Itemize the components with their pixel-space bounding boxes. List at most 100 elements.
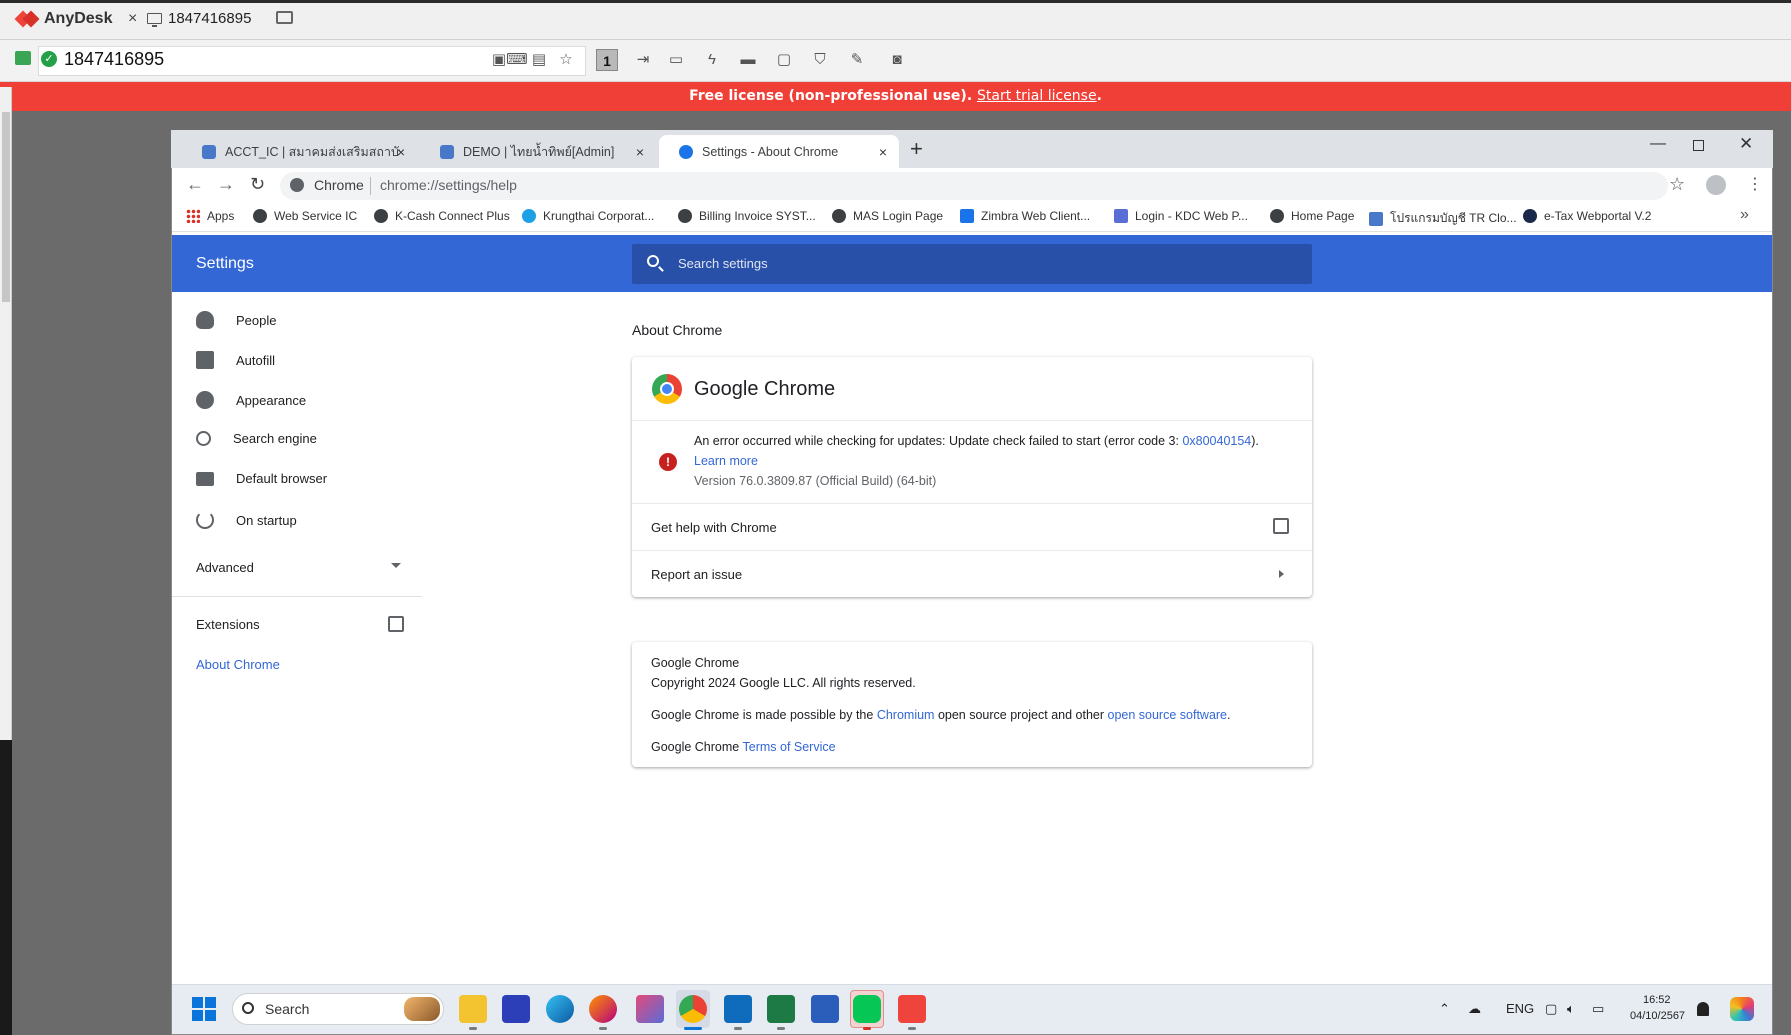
notification-bell-icon[interactable]	[1697, 1002, 1709, 1016]
bookmark-item[interactable]: โปรแกรมบัญชี TR Clo...	[1369, 209, 1517, 228]
sidebar-extensions[interactable]: Extensions	[196, 617, 260, 632]
excel-icon[interactable]	[767, 995, 795, 1023]
bookmark-label: K-Cash Connect Plus	[395, 209, 510, 223]
chevron-up-icon[interactable]: ⌃	[1439, 1001, 1450, 1017]
bookmark-item[interactable]: MAS Login Page	[832, 209, 943, 223]
file-transfer-icon[interactable]: ⇥	[632, 49, 654, 71]
keyboard-layout-icon[interactable]: ⌨	[506, 49, 528, 71]
bookmark-item[interactable]: Zimbra Web Client...	[960, 209, 1090, 223]
sidebar-item-people[interactable]: People	[196, 311, 276, 329]
new-session-icon[interactable]	[276, 11, 293, 24]
actions-lightning-icon[interactable]: ϟ	[701, 49, 723, 71]
minimize-icon[interactable]: —	[1650, 135, 1666, 153]
sidebar-advanced[interactable]: Advanced	[196, 560, 254, 575]
keyboard-icon[interactable]: ▬	[737, 49, 759, 71]
chromium-link[interactable]: Chromium	[877, 708, 935, 722]
restore-icon[interactable]	[1693, 140, 1704, 151]
bookmark-item[interactable]: Login - KDC Web P...	[1114, 209, 1248, 223]
omnibox-url[interactable]: chrome://settings/help	[380, 177, 517, 193]
open-source-software-link[interactable]: open source software	[1108, 708, 1228, 722]
screen-capture-icon[interactable]: ◙	[886, 49, 908, 71]
chrome-menu-icon[interactable]: ⋮	[1747, 174, 1763, 194]
bookmark-item[interactable]: e-Tax Webportal V.2	[1523, 209, 1651, 223]
search-placeholder[interactable]: Search settings	[678, 256, 768, 271]
word-icon[interactable]	[811, 995, 839, 1023]
close-tab-icon[interactable]: ×	[397, 144, 405, 160]
windows-start-icon[interactable]	[192, 997, 216, 1021]
bookmark-item[interactable]: Web Service IC	[253, 209, 357, 223]
remote-scrollbar-thumb[interactable]	[2, 112, 10, 302]
bookmark-item[interactable]: Billing Invoice SYST...	[678, 209, 816, 223]
volume-icon[interactable]: 🔈︎	[1567, 1001, 1575, 1017]
chrome-taskbar-icon[interactable]	[679, 995, 707, 1023]
bookmark-star-icon[interactable]: ☆	[1669, 174, 1685, 195]
whiteboard-pen-icon[interactable]: ✎	[846, 49, 868, 71]
chevron-right-icon[interactable]	[1279, 570, 1284, 578]
bookmark-apps[interactable]: Apps	[186, 209, 234, 223]
display-1-button[interactable]: 1	[596, 49, 618, 71]
forward-arrow-icon[interactable]: →	[217, 174, 235, 195]
back-arrow-icon[interactable]: ←	[186, 174, 204, 195]
person-icon	[196, 311, 214, 329]
clock-time[interactable]: 16:52	[1643, 994, 1671, 1006]
sidebar-item-autofill[interactable]: Autofill	[196, 351, 275, 369]
reload-icon[interactable]: ↻	[250, 174, 265, 195]
anydesk-address-value[interactable]: 1847416895	[64, 49, 164, 70]
sidebar-about-chrome[interactable]: About Chrome	[196, 657, 280, 672]
chat-icon[interactable]: ▭	[665, 49, 687, 71]
chrome-page-icon[interactable]	[290, 178, 304, 192]
onedrive-offline-icon[interactable]: ☁	[1468, 1001, 1481, 1017]
browser-tab[interactable]: ACCT_IC | สมาคมส่งเสริมสถาบันนักลงทุน[Su…	[182, 135, 417, 168]
permissions-shield-icon[interactable]: ⛉	[809, 49, 831, 71]
bookmark-item[interactable]: K-Cash Connect Plus	[374, 209, 510, 223]
error-code-link[interactable]: 0x80040154	[1182, 434, 1251, 448]
profile-avatar[interactable]	[1706, 175, 1726, 195]
sidebar-item-default-browser[interactable]: Default browser	[196, 471, 327, 486]
close-tab-icon[interactable]: ×	[879, 144, 887, 160]
bookmark-item[interactable]: Home Page	[1270, 209, 1354, 223]
legal-text: open source project and other	[934, 708, 1108, 722]
anydesk-session-tab[interactable]: 1847416895	[147, 10, 251, 27]
browser-tab-active[interactable]: Settings - About Chrome ×	[659, 135, 899, 168]
sidebar-item-appearance[interactable]: Appearance	[196, 391, 306, 409]
terms-of-service-link[interactable]: Terms of Service	[743, 740, 836, 754]
bookmark-item[interactable]: Krungthai Corporat...	[522, 209, 654, 223]
sidebar-item-search-engine[interactable]: Search engine	[196, 431, 317, 446]
language-indicator[interactable]: ENG	[1506, 1001, 1534, 1016]
start-trial-link[interactable]: Start trial license	[977, 88, 1097, 104]
file-explorer-icon[interactable]	[459, 995, 487, 1023]
open-in-new-icon[interactable]	[1273, 518, 1289, 534]
learn-more-link[interactable]: Learn more	[694, 454, 758, 468]
line-icon[interactable]	[853, 995, 881, 1023]
close-tab-icon[interactable]: ×	[636, 144, 644, 160]
outlook-icon[interactable]	[724, 995, 752, 1023]
sidebar-item-on-startup[interactable]: On startup	[196, 511, 297, 529]
anydesk-logo[interactable]: AnyDesk	[16, 8, 112, 30]
close-session-tab-icon[interactable]: ×	[128, 10, 137, 28]
firefox-icon[interactable]	[589, 995, 617, 1023]
snipping-tool-icon[interactable]	[636, 995, 664, 1023]
clock-date[interactable]: 04/10/2567	[1630, 1010, 1685, 1022]
report-issue-row[interactable]: Report an issue	[651, 567, 742, 582]
network-icon[interactable]: ▢	[1545, 1001, 1557, 1017]
more-bookmarks-icon[interactable]: »	[1740, 206, 1749, 224]
open-in-new-icon[interactable]	[388, 616, 404, 632]
close-window-icon[interactable]: ✕	[1739, 134, 1753, 154]
files-icon[interactable]: ▤	[528, 49, 550, 71]
app-launcher-icon[interactable]	[502, 995, 530, 1023]
copilot-icon[interactable]	[1730, 997, 1754, 1021]
battery-icon[interactable]: ▭	[1592, 1001, 1604, 1017]
chevron-down-icon[interactable]	[391, 563, 401, 568]
card-divider	[632, 550, 1312, 551]
anydesk-taskbar-icon[interactable]	[898, 995, 926, 1023]
edge-icon[interactable]	[546, 995, 574, 1023]
favorite-star-icon[interactable]: ☆	[555, 49, 577, 71]
browser-tab[interactable]: DEMO | ไทยน้ำทิพย์[Admin] ×	[420, 135, 656, 168]
sidebar-item-label: Default browser	[236, 471, 328, 486]
display-settings-icon[interactable]: ▢	[773, 49, 795, 71]
search-icon	[242, 1002, 254, 1014]
anydesk-logo-icon	[16, 8, 38, 30]
taskbar-search-label[interactable]: Search	[265, 1001, 309, 1017]
get-help-row[interactable]: Get help with Chrome	[651, 520, 777, 535]
new-tab-button[interactable]: +	[910, 136, 923, 162]
